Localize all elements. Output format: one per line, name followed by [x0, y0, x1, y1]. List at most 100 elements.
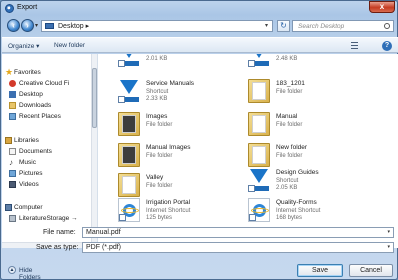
folder-icon — [248, 112, 270, 136]
app-icon — [5, 4, 14, 13]
file-size: 2.33 KB — [146, 96, 168, 102]
nav-creative-cloud[interactable]: Creative Cloud Fi — [2, 79, 96, 89]
nav-vertical-scrollbar[interactable] — [91, 54, 97, 248]
file-name: Irrigation Portal — [146, 199, 191, 206]
nav-desktop[interactable]: Desktop — [2, 90, 96, 100]
breadcrumb-separator-icon[interactable]: ▸ — [86, 23, 90, 30]
file-size: 125 bytes — [146, 215, 173, 221]
folder-icon — [118, 143, 140, 167]
new-folder-button[interactable]: New folder — [54, 42, 85, 49]
pictures-icon — [9, 170, 16, 177]
file-item[interactable]: Images File folder — [118, 111, 248, 141]
export-dialog: Export x ‹ › ▾ Desktop ▸ ▾ ↻ Search Desk… — [0, 0, 398, 280]
nav-recent-places[interactable]: Recent Places — [2, 112, 96, 122]
search-placeholder: Search Desktop — [298, 23, 345, 30]
nav-libraries[interactable]: Libraries — [2, 136, 96, 146]
file-name: Images — [146, 113, 168, 120]
toolbar: Organize ▾ New folder ? — [2, 37, 398, 53]
nav-label: Downloads — [19, 102, 52, 109]
design-guides-logo-icon — [248, 168, 270, 192]
views-icon[interactable] — [350, 41, 364, 50]
breadcrumb-desktop[interactable]: Desktop — [58, 23, 84, 30]
address-dropdown-icon[interactable]: ▾ — [265, 22, 268, 29]
address-path[interactable]: Desktop ▸ — [58, 22, 89, 30]
help-button[interactable]: ? — [382, 41, 392, 51]
nav-music[interactable]: ♪ Music — [2, 158, 96, 168]
file-size: 2.48 KB — [276, 56, 298, 62]
file-item[interactable]: Design Guides Shortcut 2.05 KB — [248, 167, 378, 197]
nav-label: Creative Cloud Fi — [19, 80, 70, 87]
design-guides-logo-icon — [248, 54, 270, 67]
search-input[interactable]: Search Desktop — [292, 20, 394, 32]
internet-shortcut-icon — [248, 198, 270, 222]
file-name-input[interactable]: Manual.pdf ▾ — [82, 227, 394, 238]
save-type-value[interactable]: PDF (*.pdf) — [86, 244, 121, 251]
file-name-label: File name: — [43, 229, 76, 236]
file-item[interactable]: Manual File folder — [248, 111, 378, 141]
nav-downloads[interactable]: Downloads — [2, 101, 96, 111]
nav-computer[interactable]: Computer — [2, 203, 96, 213]
file-size: 2.05 KB — [276, 185, 298, 191]
internet-shortcut-icon — [118, 198, 140, 222]
file-list: 2.01 KB 2.48 KB Service Manuals Shortcut… — [98, 54, 398, 248]
file-item[interactable]: Quality-Forms Internet Shortcut 168 byte… — [248, 197, 378, 227]
nav-documents[interactable]: Documents — [2, 147, 96, 157]
file-name-dropdown-icon[interactable]: ▾ — [387, 229, 390, 235]
nav-videos[interactable]: Videos — [2, 180, 96, 190]
star-icon: ★ — [5, 67, 14, 77]
file-name-value[interactable]: Manual.pdf — [86, 229, 121, 236]
file-item[interactable]: 183_1201 File folder — [248, 78, 378, 108]
save-type-dropdown-icon[interactable]: ▾ — [387, 244, 390, 250]
downloads-icon — [9, 102, 16, 109]
recent-places-icon — [9, 113, 16, 120]
close-button[interactable]: x — [369, 1, 395, 13]
computer-icon — [5, 204, 12, 211]
nav-pictures[interactable]: Pictures — [2, 169, 96, 179]
nav-label: LiteratureStorage → — [19, 215, 78, 222]
folder-icon — [118, 112, 140, 136]
save-type-select[interactable]: PDF (*.pdf) ▾ — [82, 242, 394, 253]
address-bar[interactable]: Desktop ▸ ▾ — [41, 20, 273, 32]
title-bar: Export x — [1, 1, 398, 16]
nav-literature-storage[interactable]: LiteratureStorage → — [2, 214, 96, 224]
navigation-row: ‹ › ▾ Desktop ▸ ▾ ↻ Search Desktop — [1, 17, 398, 35]
nav-label: Computer — [14, 204, 43, 211]
nav-label: Favorites — [14, 69, 41, 76]
save-button[interactable]: Save — [297, 264, 343, 277]
file-type: File folder — [146, 183, 173, 189]
file-type: File folder — [276, 122, 303, 128]
file-name: 183_1201 — [276, 80, 305, 87]
nav-label: Recent Places — [19, 113, 61, 120]
scrollbar-thumb[interactable] — [92, 68, 97, 128]
file-name: Service Manuals — [146, 80, 195, 87]
nav-label: Libraries — [14, 137, 39, 144]
recent-locations-dropdown-icon[interactable]: ▾ — [35, 22, 38, 29]
file-item[interactable]: Service Manuals Shortcut 2.33 KB — [118, 78, 248, 108]
file-name: Design Guides — [276, 169, 319, 176]
navigation-pane: ★ Favorites Creative Cloud Fi Desktop Do… — [2, 54, 98, 248]
nav-label: Documents — [19, 148, 52, 155]
file-type: File folder — [146, 122, 173, 128]
file-name: New folder — [276, 144, 308, 151]
music-icon: ♪ — [9, 158, 13, 167]
folder-icon — [118, 173, 140, 197]
nav-favorites[interactable]: ★ Favorites — [2, 68, 96, 78]
organize-menu[interactable]: Organize ▾ — [8, 42, 39, 50]
window-title: Export — [17, 4, 38, 11]
folder-icon — [248, 143, 270, 167]
file-item[interactable]: Manual Images File folder — [118, 142, 248, 172]
search-icon — [384, 23, 390, 29]
back-button[interactable]: ‹ — [7, 19, 20, 32]
libraries-icon — [5, 137, 12, 144]
file-item[interactable]: 2.48 KB — [248, 54, 378, 72]
file-type: File folder — [276, 89, 303, 95]
file-item[interactable]: 2.01 KB — [118, 54, 248, 72]
file-item[interactable]: Irrigation Portal Internet Shortcut 125 … — [118, 197, 248, 227]
refresh-button[interactable]: ↻ — [277, 20, 290, 32]
desktop-icon — [45, 23, 54, 29]
documents-icon — [9, 148, 16, 155]
design-guides-logo-icon — [118, 54, 140, 67]
cancel-button[interactable]: Cancel — [349, 264, 393, 277]
forward-button[interactable]: › — [21, 19, 34, 32]
save-type-label: Save as type: — [36, 244, 79, 251]
